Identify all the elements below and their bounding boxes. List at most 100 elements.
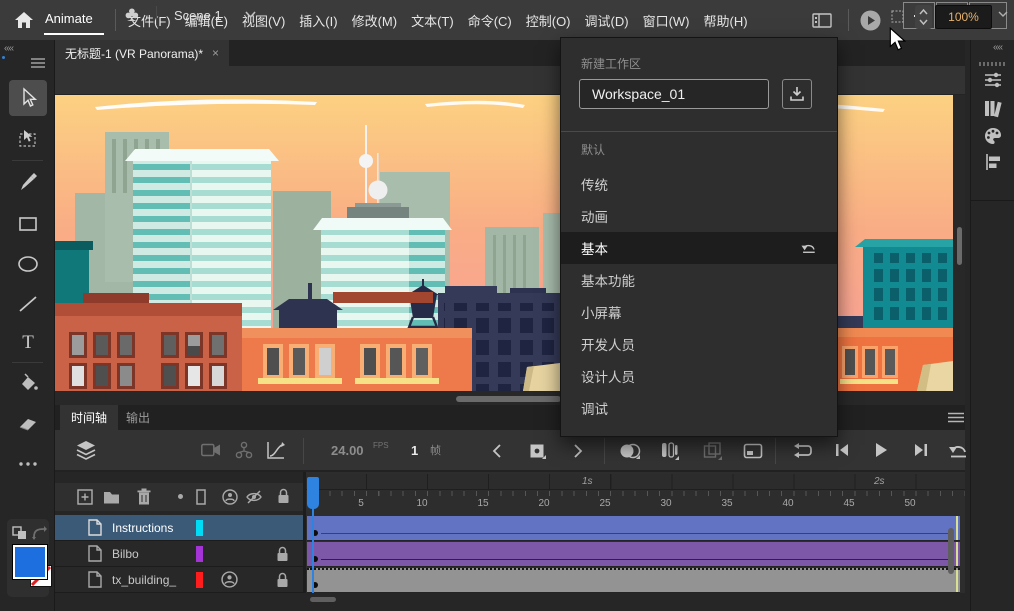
layer-view-icon[interactable]	[75, 440, 97, 460]
layer-parent-icon[interactable]	[221, 571, 238, 588]
expand-panels-icon[interactable]: ««	[993, 42, 1002, 53]
playhead[interactable]	[307, 477, 319, 509]
zoom-stepper[interactable]	[915, 5, 932, 29]
add-folder-icon[interactable]	[103, 490, 120, 504]
rectangle-tool[interactable]	[9, 207, 47, 241]
paint-bucket-tool[interactable]	[9, 367, 47, 401]
tab-animate[interactable]: Animate	[45, 11, 93, 26]
menu-insert[interactable]: 插入(I)	[299, 11, 337, 30]
parenting-view-icon[interactable]	[235, 441, 253, 459]
track-span-1[interactable]	[307, 542, 960, 567]
selection-tool[interactable]	[9, 80, 47, 116]
tab-timeline[interactable]: 时间轴	[60, 405, 118, 430]
step-forward-icon[interactable]	[913, 442, 929, 458]
add-layer-icon[interactable]	[77, 489, 93, 505]
text-tool[interactable]: T	[9, 325, 47, 359]
home-icon[interactable]	[13, 9, 35, 31]
create-frame-span-icon[interactable]	[743, 443, 763, 459]
layer-row-tx-building[interactable]: tx_building_	[55, 567, 303, 593]
fill-color-swatch[interactable]	[13, 545, 47, 579]
workspace-switcher-icon[interactable]	[812, 13, 832, 28]
menu-modify[interactable]: 修改(M)	[352, 11, 398, 30]
next-keyframe-icon[interactable]	[573, 443, 583, 459]
rewind-icon[interactable]	[948, 441, 968, 459]
workspace-item-developer[interactable]: 开发人员	[561, 328, 837, 360]
highlight-layers-icon[interactable]	[178, 494, 183, 499]
outline-view-icon[interactable]	[196, 489, 206, 505]
stage-v-scrollbar[interactable]	[957, 227, 962, 265]
delete-layer-icon[interactable]	[137, 488, 151, 505]
toggle-parenting-icon[interactable]	[222, 489, 238, 505]
timeline-panel-menu-icon[interactable]	[948, 412, 964, 423]
oval-tool[interactable]	[9, 247, 47, 281]
workspace-item-essentials[interactable]: 基本	[561, 232, 837, 264]
frames-h-scrollbar[interactable]	[310, 597, 336, 602]
menu-window[interactable]: 窗口(W)	[643, 11, 690, 30]
step-back-icon[interactable]	[834, 442, 850, 458]
line-tool[interactable]	[9, 287, 47, 321]
properties-panel-icon[interactable]	[981, 68, 1005, 92]
symbol-club-icon[interactable]: ♣	[125, 3, 139, 27]
reset-workspace-icon[interactable]	[800, 241, 817, 255]
edit-multiple-frames-icon[interactable]	[703, 442, 723, 460]
onion-skin-outlines-icon[interactable]	[660, 442, 680, 460]
default-colors-icon[interactable]	[12, 526, 27, 540]
swap-colors-icon[interactable]	[32, 526, 47, 540]
fps-value[interactable]: 24.00	[331, 443, 364, 458]
eraser-tool[interactable]	[9, 407, 47, 441]
workspace-item-basic-functions[interactable]: 基本功能	[561, 264, 837, 296]
layer-swatch-1[interactable]	[196, 546, 203, 562]
layer-row-instructions[interactable]: Instructions	[55, 515, 303, 541]
color-panel-icon[interactable]	[981, 124, 1005, 148]
workspace-name-input[interactable]	[579, 79, 769, 109]
workspace-item-animation[interactable]: 动画	[561, 200, 837, 232]
subselection-tool[interactable]	[9, 122, 47, 156]
graph-editor-icon[interactable]	[266, 440, 286, 460]
save-workspace-button[interactable]	[782, 79, 812, 109]
show-hide-all-icon[interactable]	[245, 490, 263, 504]
layer-row-bilbo[interactable]: Bilbo	[55, 541, 303, 567]
test-movie-button[interactable]	[860, 10, 881, 31]
menu-control[interactable]: 控制(O)	[526, 11, 571, 30]
scene-chevron-icon[interactable]	[245, 11, 256, 18]
lock-all-icon[interactable]	[277, 488, 290, 504]
layer-lock-icon[interactable]	[276, 546, 289, 562]
tab-output[interactable]: 输出	[115, 405, 161, 430]
stage-h-scrollbar[interactable]	[456, 396, 561, 402]
clip-content-icon[interactable]	[891, 10, 904, 23]
tools-overflow-menu-icon[interactable]	[30, 57, 46, 69]
menu-text[interactable]: 文本(T)	[411, 11, 454, 30]
menu-help[interactable]: 帮助(H)	[704, 11, 748, 30]
onion-skin-icon[interactable]	[619, 443, 641, 459]
library-panel-icon[interactable]	[981, 96, 1005, 120]
menu-command[interactable]: 命令(C)	[468, 11, 512, 30]
layer-swatch-2[interactable]	[196, 572, 203, 588]
previous-keyframe-icon[interactable]	[492, 443, 502, 459]
insert-keyframe-icon[interactable]	[529, 443, 547, 461]
collapse-tools-icon[interactable]: ««	[4, 43, 13, 54]
track-span-0[interactable]	[307, 516, 960, 541]
zoom-chevron-icon[interactable]	[998, 11, 1008, 17]
align-panel-icon[interactable]	[981, 150, 1005, 174]
workspace-item-designer[interactable]: 设计人员	[561, 360, 837, 392]
current-frame-value[interactable]: 1	[411, 443, 418, 458]
brush-tool[interactable]	[9, 165, 47, 199]
menu-debug[interactable]: 调试(D)	[585, 11, 629, 30]
document-tab[interactable]: 无标题-1 (VR Panorama)* ×	[55, 40, 229, 66]
document-close-icon[interactable]: ×	[212, 46, 219, 60]
camera-icon[interactable]	[201, 443, 221, 457]
panel-grip[interactable]	[979, 62, 1007, 66]
layer-swatch-0[interactable]	[196, 520, 203, 536]
workspace-item-small-screen[interactable]: 小屏幕	[561, 296, 837, 328]
workspace-item-debug[interactable]: 调试	[561, 392, 837, 424]
more-tools-button[interactable]	[9, 452, 47, 476]
zoom-level-input[interactable]: 100%	[935, 5, 992, 29]
frame-area[interactable]: 1s 2s 5 10 15 20 25 30 35 40 45 50	[306, 472, 965, 593]
layer-lock-icon[interactable]	[276, 572, 289, 588]
loop-playback-icon[interactable]	[791, 442, 813, 460]
play-icon[interactable]	[873, 441, 889, 459]
track-span-2[interactable]	[307, 568, 960, 593]
workspace-item-classic[interactable]: 传统	[561, 168, 837, 200]
frames-v-scrollbar[interactable]	[948, 528, 954, 574]
scene-name[interactable]: Scene 1	[174, 8, 222, 23]
